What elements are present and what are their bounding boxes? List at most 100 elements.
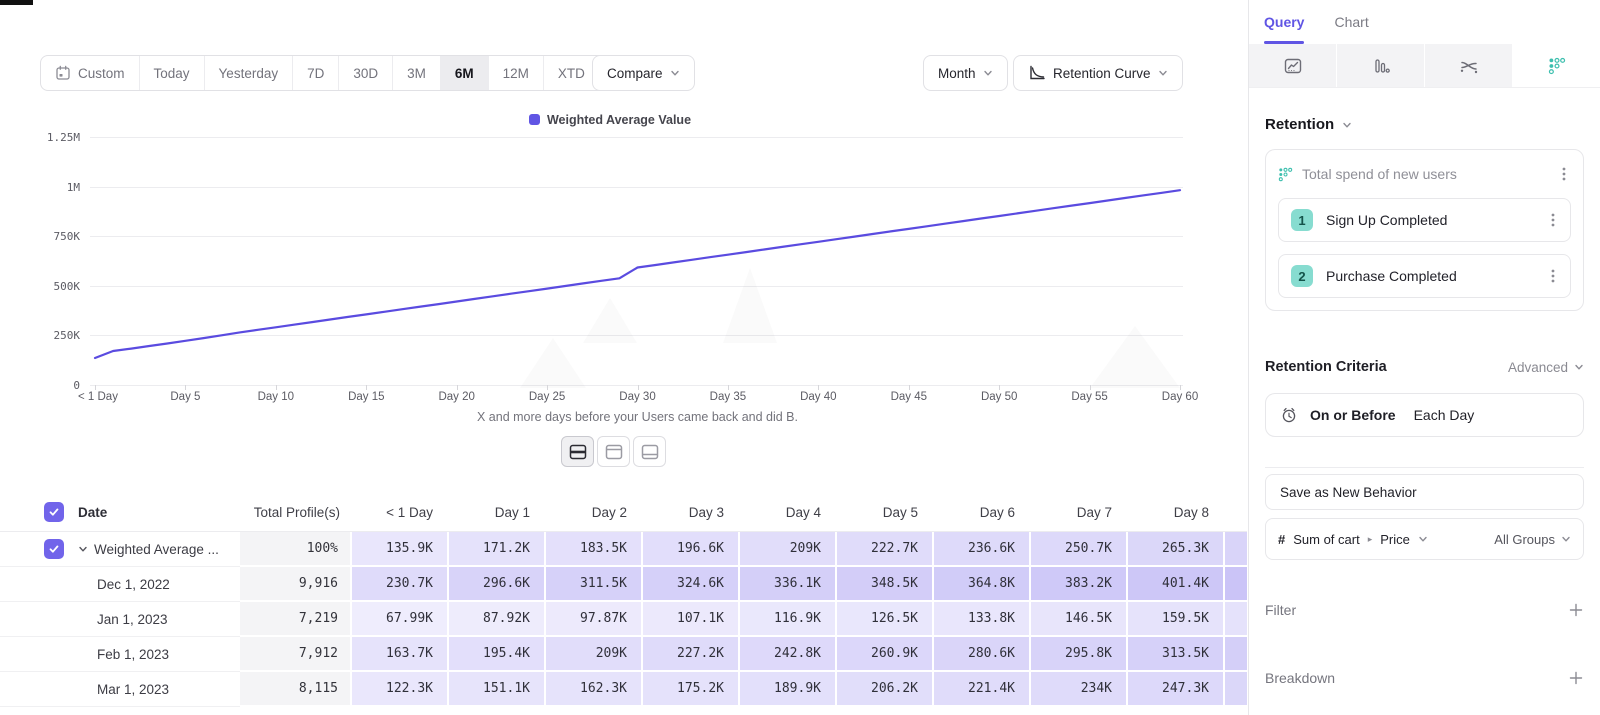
x-axis-label: Day 10	[258, 391, 294, 403]
retention-value-cell[interactable]: 313.5K	[1126, 637, 1223, 672]
bar-chart-icon[interactable]	[1337, 44, 1425, 87]
retention-value-cell[interactable]: 151.1K	[447, 672, 544, 707]
retention-value-cell[interactable]: 135.9K	[350, 532, 447, 567]
retention-value-cell[interactable]: 222.7K	[835, 532, 932, 567]
kebab-menu-icon[interactable]	[1546, 268, 1560, 284]
retention-value-cell[interactable]: 97.87K	[544, 602, 641, 637]
table-row[interactable]: Feb 1, 20237,912163.7K195.4K209K227.2K24…	[0, 637, 1247, 672]
column-header-day[interactable]: Day 1	[447, 493, 544, 531]
table-row[interactable]: Mar 1, 20238,115122.3K151.1K162.3K175.2K…	[0, 672, 1247, 707]
retention-value-cell[interactable]: 116.9K	[738, 602, 835, 637]
column-header-date[interactable]: Date	[68, 493, 240, 531]
chart-legend[interactable]: Weighted Average Value	[0, 113, 1220, 127]
column-header-day[interactable]: Day 7	[1029, 493, 1126, 531]
retention-value-cell[interactable]: 348.5K	[835, 567, 932, 602]
gridline	[90, 286, 1183, 287]
retention-value-cell[interactable]: 209K	[738, 532, 835, 567]
chevron-down-icon[interactable]	[78, 544, 88, 554]
column-header-day[interactable]: Day 6	[932, 493, 1029, 531]
row-checkbox[interactable]	[44, 539, 64, 559]
behavior-step-2[interactable]: 2Purchase Completed	[1278, 254, 1571, 298]
tab-chart[interactable]: Chart	[1334, 0, 1368, 44]
measure-dropdown[interactable]: Retention	[1265, 116, 1584, 133]
kebab-menu-icon[interactable]	[1557, 166, 1571, 182]
behavior-step-1[interactable]: 1Sign Up Completed	[1278, 198, 1571, 242]
retention-criteria-card[interactable]: On or Before Each Day	[1265, 393, 1584, 437]
retention-value-cell[interactable]: 265.3K	[1126, 532, 1223, 567]
column-header-day[interactable]: Day 3	[641, 493, 738, 531]
retention-value-cell[interactable]: 183.5K	[544, 532, 641, 567]
retention-value-cell[interactable]: 189.9K	[738, 672, 835, 707]
split-view-toggle[interactable]	[561, 436, 594, 467]
retention-value-cell[interactable]: 221.4K	[932, 672, 1029, 707]
retention-value-cell[interactable]: 206.2K	[835, 672, 932, 707]
save-as-new-behavior-button[interactable]: Save as New Behavior	[1265, 474, 1584, 510]
retention-value-cell[interactable]: 230.7K	[350, 567, 447, 602]
retention-value-cell[interactable]: 296.6K	[447, 567, 544, 602]
select-all-checkbox[interactable]	[44, 502, 64, 522]
add-filter-button[interactable]	[1568, 602, 1584, 618]
column-header-day[interactable]: Day 8	[1126, 493, 1223, 531]
range-yesterday[interactable]: Yesterday	[205, 56, 294, 90]
retention-value-cell[interactable]: 171.2K	[447, 532, 544, 567]
granularity-dropdown[interactable]: Month	[923, 55, 1008, 91]
retention-value-cell[interactable]: 175.2K	[641, 672, 738, 707]
tab-query[interactable]: Query	[1264, 0, 1304, 44]
range-today[interactable]: Today	[140, 56, 205, 90]
retention-value-cell[interactable]: 250.7K	[1029, 532, 1126, 567]
retention-value-cell[interactable]: 107.1K	[641, 602, 738, 637]
table-row[interactable]: Dec 1, 20229,916230.7K296.6K311.5K324.6K…	[0, 567, 1247, 602]
chart-view-toggle[interactable]	[597, 436, 630, 467]
range-3m[interactable]: 3M	[393, 56, 441, 90]
retention-value-cell[interactable]: 163.7K	[350, 637, 447, 672]
retention-value-cell[interactable]: 324.6K	[641, 567, 738, 602]
column-header-day[interactable]: < 1 Day	[350, 493, 447, 531]
retention-value-cell[interactable]: 162.3K	[544, 672, 641, 707]
retention-value-cell[interactable]: 236.6K	[932, 532, 1029, 567]
range-7d[interactable]: 7D	[293, 56, 339, 90]
retention-value-cell[interactable]: 242.8K	[738, 637, 835, 672]
add-breakdown-button[interactable]	[1568, 670, 1584, 686]
criteria-mode-dropdown[interactable]: Advanced	[1508, 360, 1584, 375]
compare-button[interactable]: Compare	[592, 55, 695, 91]
range-custom[interactable]: Custom	[41, 56, 140, 90]
retention-value-cell[interactable]: 196.6K	[641, 532, 738, 567]
retention-value-cell[interactable]: 364.8K	[932, 567, 1029, 602]
table-row[interactable]: Jan 1, 20237,21967.99K87.92K97.87K107.1K…	[0, 602, 1247, 637]
retention-value-cell[interactable]: 336.1K	[738, 567, 835, 602]
line-chart-icon[interactable]	[1249, 44, 1337, 87]
retention-value-cell[interactable]: 122.3K	[350, 672, 447, 707]
column-header-profiles[interactable]: Total Profile(s)	[240, 493, 350, 531]
retention-value-cell[interactable]: 87.92K	[447, 602, 544, 637]
range-6m[interactable]: 6M	[441, 56, 489, 90]
retention-value-cell[interactable]: 209K	[544, 637, 641, 672]
retention-value-cell[interactable]: 126.5K	[835, 602, 932, 637]
aggregation-property-card[interactable]: # Sum of cart ▸ Price All Groups	[1265, 518, 1584, 560]
retention-value-cell[interactable]: 227.2K	[641, 637, 738, 672]
retention-value-cell[interactable]: 383.2K	[1029, 567, 1126, 602]
group-selector[interactable]: All Groups	[1494, 532, 1571, 547]
table-view-toggle[interactable]	[633, 436, 666, 467]
column-header-day[interactable]: Day 5	[835, 493, 932, 531]
column-header-day[interactable]: Day 2	[544, 493, 641, 531]
retention-value-cell[interactable]: 260.9K	[835, 637, 932, 672]
retention-value-cell[interactable]: 146.5K	[1029, 602, 1126, 637]
range-12m[interactable]: 12M	[489, 56, 544, 90]
retention-value-cell[interactable]: 195.4K	[447, 637, 544, 672]
retention-value-cell[interactable]: 295.8K	[1029, 637, 1126, 672]
retention-value-cell[interactable]: 234K	[1029, 672, 1126, 707]
column-header-day[interactable]: Day 4	[738, 493, 835, 531]
kebab-menu-icon[interactable]	[1546, 212, 1560, 228]
flow-chart-icon[interactable]	[1425, 44, 1513, 87]
retention-value-cell[interactable]: 159.5K	[1126, 602, 1223, 637]
chart-type-dropdown[interactable]: Retention Curve	[1013, 55, 1183, 91]
range-30d[interactable]: 30D	[339, 56, 393, 90]
retention-value-cell[interactable]: 280.6K	[932, 637, 1029, 672]
retention-value-cell[interactable]: 67.99K	[350, 602, 447, 637]
retention-dots-icon[interactable]	[1513, 44, 1600, 87]
retention-value-cell[interactable]: 247.3K	[1126, 672, 1223, 707]
retention-value-cell[interactable]: 311.5K	[544, 567, 641, 602]
table-row[interactable]: Weighted Average ...100%135.9K171.2K183.…	[0, 532, 1247, 567]
retention-value-cell[interactable]: 133.8K	[932, 602, 1029, 637]
retention-value-cell[interactable]: 401.4K	[1126, 567, 1223, 602]
